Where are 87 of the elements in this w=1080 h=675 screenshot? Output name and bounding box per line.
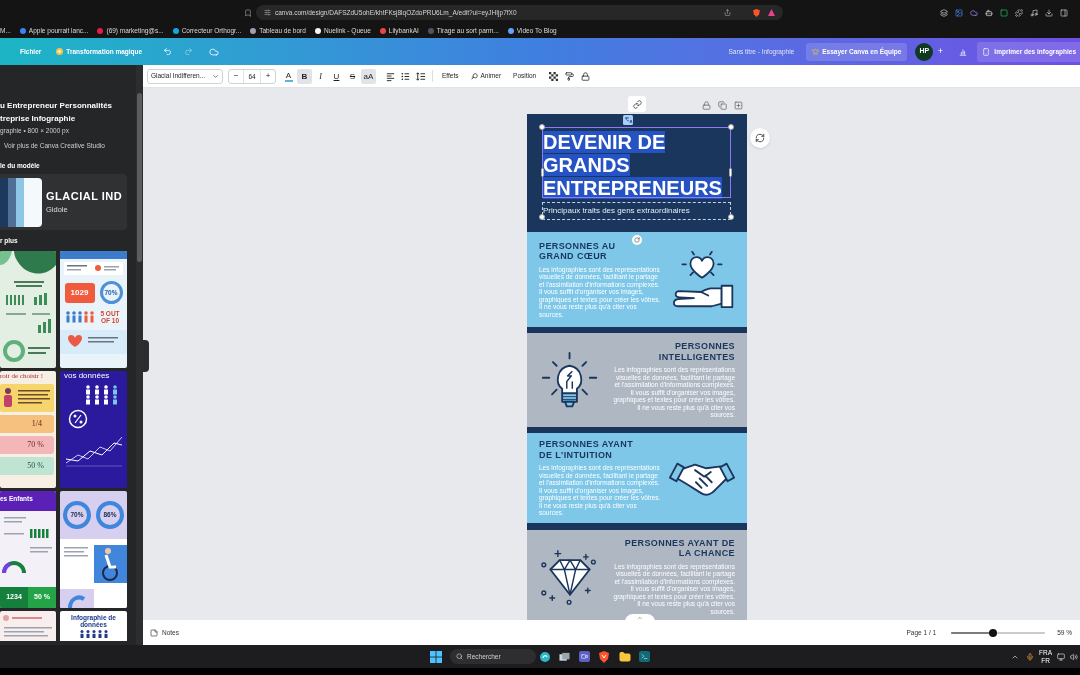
download-icon[interactable]: [1045, 8, 1053, 17]
text-color-button[interactable]: A: [281, 68, 296, 84]
search-icon: [456, 653, 463, 660]
cloud-icon[interactable]: [970, 8, 978, 17]
bold-button[interactable]: B: [297, 68, 312, 84]
align-left-icon[interactable]: [385, 70, 396, 82]
translate-icon[interactable]: [623, 115, 633, 125]
shield-icon[interactable]: [599, 650, 609, 663]
lock-icon[interactable]: [702, 101, 711, 110]
site-settings-icon[interactable]: [264, 9, 271, 16]
rotate-icon: [634, 237, 640, 243]
zoom-slider[interactable]: [951, 631, 1046, 634]
resize-handle[interactable]: [728, 124, 734, 130]
font-name: GLACIAL IND: [46, 189, 123, 203]
header-strip-drawing: [60, 251, 127, 277]
template-thumbnail[interactable]: vos données: [60, 371, 127, 488]
people-icon: [78, 630, 109, 638]
video-call-icon[interactable]: [579, 651, 590, 662]
terminal-icon[interactable]: [639, 651, 650, 662]
microphone-icon[interactable]: [1026, 652, 1034, 661]
section-title: PERSONNES INTELLIGENTES: [658, 341, 735, 363]
task-view-icon[interactable]: [559, 651, 570, 662]
animation-icon: [470, 72, 478, 80]
design-title[interactable]: DEVENIR DE GRANDS ENTREPRENEURS: [543, 131, 722, 200]
text-case-button[interactable]: aA: [361, 68, 376, 84]
slider-thumb[interactable]: [989, 628, 998, 637]
sparkle-icon: [56, 48, 64, 55]
person-card-drawing: [0, 384, 54, 412]
refresh-icon: [755, 133, 765, 143]
lock-icon[interactable]: [581, 71, 591, 81]
stat-number: 1029: [64, 282, 95, 303]
add-page-icon[interactable]: [734, 101, 743, 110]
windows-logo-icon[interactable]: [430, 650, 442, 663]
speaker-icon[interactable]: [1070, 652, 1078, 661]
transparency-icon[interactable]: [549, 71, 559, 81]
wheelchair-illustration-drawing: [60, 539, 127, 608]
circle-logo-icon[interactable]: [540, 651, 550, 662]
line-spacing-icon[interactable]: [415, 70, 426, 82]
phone-icon: [982, 47, 991, 56]
bookmark-icon[interactable]: [244, 8, 252, 17]
bar-chart-icon: [959, 47, 968, 56]
template-title: u Entrepreneur Personnalités treprise Infographie: [0, 100, 113, 125]
music-icon[interactable]: [1030, 8, 1038, 17]
panel-collapse-handle[interactable]: [143, 340, 149, 372]
rotate-handle[interactable]: [632, 235, 642, 245]
layers-icon[interactable]: [940, 8, 948, 17]
square-icon[interactable]: [1000, 8, 1008, 17]
resize-handle[interactable]: [729, 168, 732, 177]
increase-size-button[interactable]: +: [261, 69, 275, 83]
percent-icon: [68, 409, 88, 429]
stat-number: 1/4: [0, 415, 54, 433]
people-icon: [65, 311, 95, 323]
link-icon: [632, 99, 642, 109]
heart-drawing: [60, 330, 127, 354]
puzzle-icon[interactable]: [1015, 8, 1023, 17]
triangle-icon[interactable]: [768, 9, 775, 16]
resize-handle[interactable]: [728, 214, 734, 220]
folder-icon[interactable]: [619, 650, 631, 663]
crown-icon: [812, 48, 820, 55]
robot-icon[interactable]: [985, 8, 993, 17]
share-icon[interactable]: [724, 9, 731, 16]
resize-handle[interactable]: [539, 214, 545, 220]
add-collaborator-button[interactable]: +: [935, 43, 946, 60]
sidebar-icon[interactable]: [1060, 8, 1068, 17]
bullet-list-icon[interactable]: [400, 70, 411, 82]
section-title: PERSONNES AYANT DE LA CHANCE: [624, 537, 735, 559]
scrollbar-thumb[interactable]: [137, 93, 142, 262]
decrease-size-button[interactable]: −: [229, 69, 243, 83]
thumbnail-heading: vos données: [64, 371, 110, 381]
paint-roller-icon[interactable]: [565, 71, 575, 81]
refresh-button[interactable]: [750, 128, 770, 148]
resize-handle[interactable]: [539, 124, 545, 130]
underline-button[interactable]: U: [329, 68, 344, 84]
notes-icon: [150, 628, 158, 637]
link-button[interactable]: [628, 96, 646, 112]
chevron-down-icon: [212, 72, 219, 80]
italic-button[interactable]: I: [313, 68, 328, 84]
section-title: PERSONNES AYANT DE L'INTUITION: [539, 439, 634, 461]
monitor-icon[interactable]: [1057, 652, 1065, 661]
strikethrough-button[interactable]: S: [345, 68, 360, 84]
image-icon[interactable]: [955, 8, 963, 17]
stat-number: 50 %: [0, 457, 54, 475]
section-title: PERSONNES AU GRAND CŒUR: [539, 240, 616, 262]
chevron-up-icon: [637, 615, 643, 621]
stat-number: 70 %: [0, 436, 54, 454]
resize-handle[interactable]: [541, 168, 544, 177]
template-preview-drawing[interactable]: [0, 251, 56, 368]
